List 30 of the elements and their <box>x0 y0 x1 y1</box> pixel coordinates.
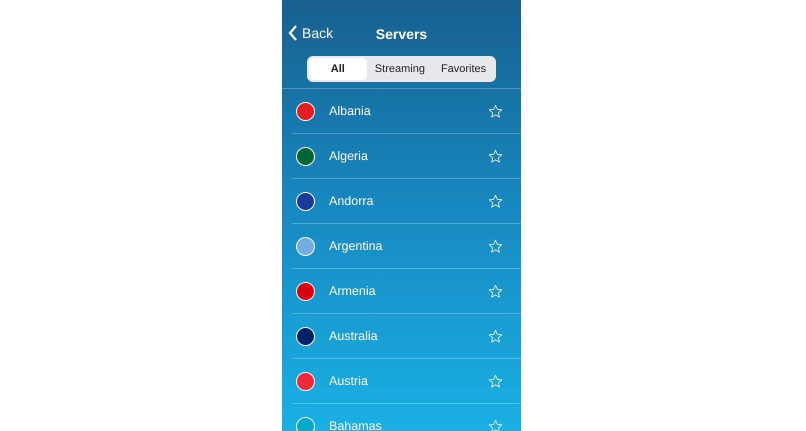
back-button[interactable]: Back <box>288 25 334 41</box>
screen-title: Servers <box>376 26 428 42</box>
country-name: Austria <box>329 374 369 388</box>
star-icon[interactable] <box>488 284 503 298</box>
chevron-left-icon <box>288 25 298 41</box>
country-name: Bahamas <box>329 419 383 431</box>
server-row[interactable]: Algeria <box>292 134 521 179</box>
country-name: Algeria <box>329 149 369 163</box>
country-name: Andorra <box>329 194 374 208</box>
star-icon[interactable] <box>488 374 503 388</box>
filter-tab[interactable]: All <box>308 58 367 80</box>
server-row[interactable]: Andorra <box>292 179 521 224</box>
star-icon[interactable] <box>488 104 503 118</box>
country-name: Armenia <box>329 284 377 298</box>
star-icon[interactable] <box>488 328 503 344</box>
star-icon[interactable] <box>488 148 503 164</box>
server-row[interactable]: Albania <box>292 89 521 134</box>
filter-tab[interactable]: Favorites <box>432 58 494 80</box>
star-icon[interactable] <box>488 238 503 254</box>
server-row[interactable]: Australia <box>292 314 521 359</box>
star-icon[interactable] <box>488 418 503 431</box>
server-row[interactable]: Bahamas <box>292 404 521 431</box>
server-row[interactable]: Austria <box>292 359 521 404</box>
country-name: Argentina <box>329 239 384 253</box>
filter-tab[interactable]: Streaming <box>366 58 433 80</box>
server-row[interactable]: Armenia <box>292 269 521 314</box>
star-icon[interactable] <box>488 194 503 208</box>
country-name: Australia <box>329 329 379 343</box>
country-name: Albania <box>329 104 372 118</box>
server-row[interactable]: Argentina <box>292 224 521 269</box>
